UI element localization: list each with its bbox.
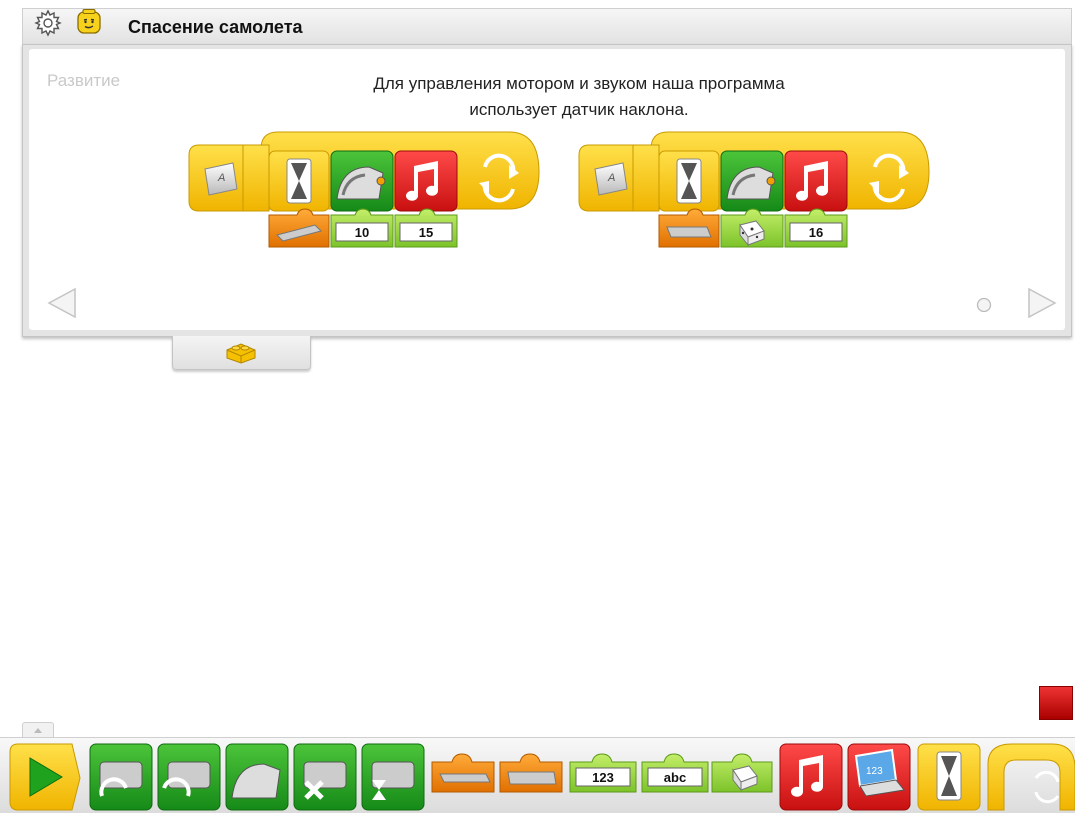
number-input-16[interactable]: 16 — [784, 208, 848, 248]
activity-title: Спасение самолета — [128, 17, 303, 37]
program-1: A 10 15 — [188, 131, 540, 248]
hourglass-icon — [286, 158, 312, 204]
hourglass-icon — [676, 158, 702, 204]
palette-random-input[interactable] — [711, 753, 773, 793]
tilt-sensor-input[interactable] — [658, 208, 720, 248]
palette-sound-block[interactable] — [779, 743, 843, 811]
svg-text:123: 123 — [866, 766, 883, 777]
palette-motor-on-for[interactable] — [361, 743, 425, 811]
palette-motor-this-way[interactable] — [89, 743, 153, 811]
number-input-label: 123 — [592, 770, 614, 785]
key-label: A — [217, 172, 225, 184]
random-input[interactable] — [720, 208, 784, 248]
stop-button[interactable] — [1039, 686, 1073, 720]
key-label: A — [607, 172, 615, 184]
number-input-value: 15 — [419, 225, 433, 240]
palette-display-block[interactable]: 123 — [847, 743, 911, 811]
palette-motor-power[interactable] — [225, 743, 289, 811]
number-input-value: 16 — [809, 225, 823, 240]
keyboard-key-icon: A — [204, 162, 238, 196]
example-programs: A 10 15 A 16 — [188, 131, 930, 248]
palette-text-input[interactable]: abc — [641, 753, 709, 793]
hourglass-icon — [936, 751, 962, 801]
palette-repeat-block[interactable] — [987, 743, 1075, 811]
program-2: A 16 — [578, 131, 930, 248]
tilt-sensor-icon — [439, 773, 491, 783]
number-input-value: 10 — [355, 225, 369, 240]
palette-motor-that-way[interactable] — [157, 743, 221, 811]
wait-block[interactable] — [658, 150, 720, 212]
palette-number-input[interactable]: 123 — [569, 753, 637, 793]
next-arrow-icon[interactable] — [1025, 286, 1059, 320]
activity-content: Развитие Для управления мотором и звуком… — [29, 49, 1065, 330]
palette-motor-off[interactable] — [293, 743, 357, 811]
tilt-sensor-icon — [666, 226, 712, 238]
palette-tilt-sensor-input[interactable] — [431, 753, 495, 793]
gear-icon[interactable] — [34, 9, 62, 37]
number-input-10[interactable]: 10 — [330, 208, 394, 248]
activity-panel: Развитие Для управления мотором и звуком… — [22, 44, 1072, 337]
palette-collapse-button[interactable] — [22, 722, 54, 738]
keyboard-key-icon: A — [594, 162, 628, 196]
triangle-up-icon — [34, 728, 42, 733]
block-palette: 123 abc 123 — [0, 737, 1075, 813]
wait-block[interactable] — [268, 150, 330, 212]
page-indicator-dot[interactable] — [976, 297, 992, 313]
palette-distance-sensor-input[interactable] — [499, 753, 563, 793]
palette-wait-block[interactable] — [917, 743, 981, 811]
sound-block[interactable] — [394, 150, 458, 212]
panel-toggle-tab[interactable] — [172, 336, 311, 370]
repeat-arrows-icon — [1034, 770, 1060, 804]
tilt-sensor-input[interactable] — [268, 208, 330, 248]
palette-start-block[interactable] — [9, 743, 81, 811]
motor-power-block[interactable] — [330, 150, 394, 212]
text-input-label: abc — [664, 770, 686, 785]
minifigure-face-icon[interactable] — [76, 9, 102, 35]
motor-power-block[interactable] — [720, 150, 784, 212]
number-input-15[interactable]: 15 — [394, 208, 458, 248]
sound-block[interactable] — [784, 150, 848, 212]
distance-sensor-icon — [507, 771, 557, 785]
lego-brick-icon — [226, 343, 256, 364]
previous-arrow-icon[interactable] — [45, 286, 79, 320]
